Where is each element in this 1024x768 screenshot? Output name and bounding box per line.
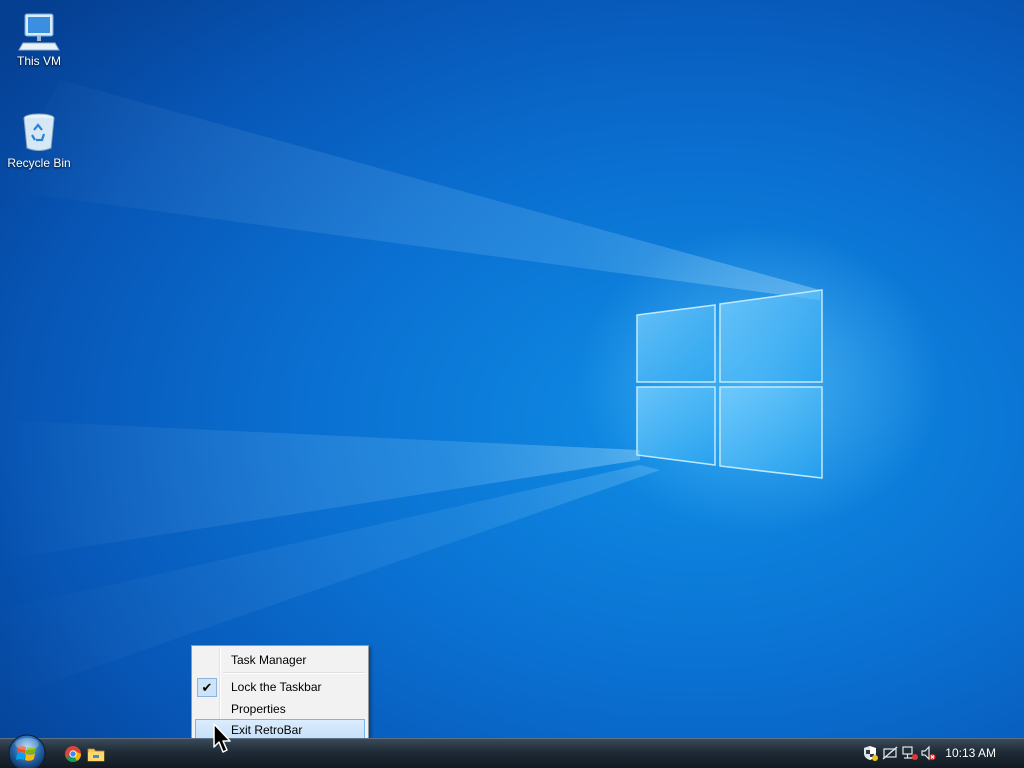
desktop-icon-label: Recycle Bin [7,156,71,170]
checkmark-icon: ✔ [197,678,217,697]
file-explorer-icon [87,748,105,762]
quick-launch-file-explorer[interactable] [86,744,106,764]
menu-item-label: Exit RetroBar [231,723,303,737]
desktop-icon-recycle-bin[interactable]: Recycle Bin [2,110,76,170]
desktop-icon-label: This VM [16,54,61,68]
taskbar-clock[interactable]: 10:13 AM [945,739,996,768]
quick-launch-chrome[interactable] [63,744,83,764]
computer-icon [18,13,60,51]
menu-item-task-manager[interactable]: Task Manager [195,649,365,670]
notifications-off-icon[interactable] [882,745,898,761]
system-tray: 10:13 AM [854,739,1024,768]
chrome-icon [65,746,82,762]
desktop-icon-this-vm[interactable]: This VM [2,10,76,68]
menu-item-lock-the-taskbar[interactable]: ✔ Lock the Taskbar [195,676,365,697]
network-disconnected-icon[interactable] [902,745,918,761]
windows-logo-wallpaper [636,289,823,479]
menu-separator [223,672,365,674]
wallpaper-light-beams [0,80,823,700]
desktop[interactable]: This VM Recycle Bin Task Manager ✔ Lock … [0,0,1024,768]
mouse-cursor-icon [213,723,231,753]
menu-item-label: Lock the Taskbar [231,680,322,694]
start-button[interactable] [7,733,47,768]
volume-muted-icon[interactable] [920,745,936,761]
taskbar[interactable]: 10:13 AM [0,734,1024,768]
recycle-bin-icon [23,113,55,151]
menu-item-properties[interactable]: Properties [195,698,365,719]
windows-orb-icon [8,734,46,768]
security-shield-icon[interactable] [862,745,878,761]
menu-item-label: Properties [231,702,286,716]
menu-item-label: Task Manager [231,653,307,667]
